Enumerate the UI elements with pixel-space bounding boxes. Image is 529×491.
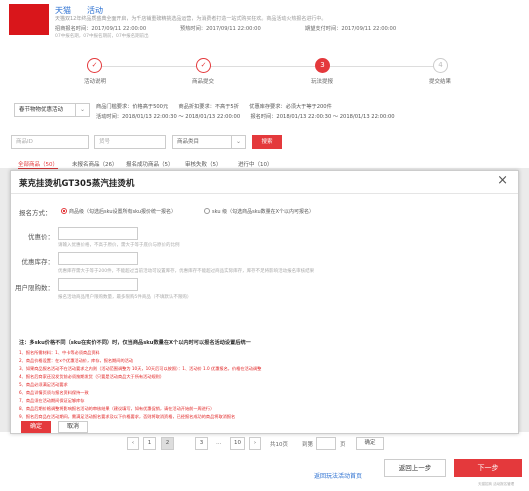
- note-line: 6、商品详情页须与报名资料保持一致: [19, 390, 89, 395]
- radio-product-level[interactable]: [61, 208, 67, 214]
- step-1-label: 活动说明: [83, 79, 106, 85]
- sku-code-input[interactable]: 货号: [94, 135, 166, 149]
- step-2-label: 商品提交: [191, 79, 214, 85]
- tab-failed[interactable]: 审核失败（5）: [185, 160, 222, 168]
- purchase-limit-hint: 报名活动商品用户限购数量，最多限购5件商品（不填默认不限购）: [58, 295, 192, 300]
- category-select[interactable]: 商品类目: [172, 135, 232, 149]
- step-2-circle: ✓: [196, 58, 211, 73]
- step-3-label: 玩法提报: [310, 79, 333, 85]
- notes-title: 注：多sku价格不同（sku在实价不同）时，仅当商品sku数量在X个以内时可以报…: [19, 340, 251, 346]
- promo-price-label: 优惠价：: [28, 233, 54, 241]
- note-line: 8、商品后期价格调整将影响报名活动的审核结果（建议填写，如有优惠促销，请在活动开…: [19, 406, 215, 411]
- purchase-limit-input[interactable]: [58, 278, 138, 291]
- mode-label: 报名方式：: [19, 209, 52, 217]
- tab-unregistered[interactable]: 未报名商品（26）: [72, 160, 118, 168]
- note-line: 4、报名后商家还没发货前必须按期发货（只要是活动商品大于所有活动规则）: [19, 374, 165, 379]
- preheat-time: 预热时间：2017/09/11 22:00:00: [180, 26, 261, 32]
- note-line: 9、报名后商品在活动期间，需满足活动报名要求及以下价格要求，否则将取消资格，已经…: [19, 414, 236, 419]
- back-to-activities-link[interactable]: 返回玩法活动首页: [314, 471, 362, 480]
- page-ellipsis: …: [216, 440, 222, 446]
- chevron-down-icon[interactable]: ⌄: [76, 103, 90, 117]
- modal-title: 莱克挂烫机GT305蒸汽挂烫机: [19, 179, 135, 189]
- note-line: 1、报名所需材料：1、中卡等必须商品资料: [19, 350, 100, 355]
- activity-rules: 商品门槛要求：价格高于500元 商品折扣要求：不高于5折 优惠库存要求：必须大于…: [96, 104, 332, 110]
- option-product-level[interactable]: 商品级（勾选后sku设置所有sku报价统一报名）: [69, 208, 176, 215]
- signup-time: 招商报名时间：2017/09/11 22:00:00: [55, 26, 147, 32]
- next-step-button[interactable]: 下一步: [454, 459, 522, 477]
- prev-page-button[interactable]: ‹: [127, 437, 139, 450]
- goto-confirm-button[interactable]: 确定: [356, 437, 384, 450]
- divider: [11, 193, 518, 194]
- page-3[interactable]: 3: [195, 437, 208, 450]
- step-4-label: 提交结果: [428, 79, 451, 85]
- activity-select[interactable]: 春节物物优惠活动: [14, 103, 76, 117]
- signup-modal: 莱克挂烫机GT305蒸汽挂烫机 × 报名方式： 商品级（勾选后sku设置所有sk…: [10, 170, 519, 434]
- note-line: 5、商品必须满足活动要求: [19, 382, 68, 387]
- page-1[interactable]: 1: [143, 437, 156, 450]
- goto-label: 到第: [302, 442, 314, 448]
- note-line: 7、商品须在活动期间保证足够库存: [19, 398, 85, 403]
- tab-registered[interactable]: 报名成功商品（5）: [126, 160, 174, 168]
- promo-price-input[interactable]: [58, 227, 138, 240]
- step-3-circle: 3: [315, 58, 330, 73]
- close-icon[interactable]: ×: [497, 173, 508, 188]
- option-sku-level[interactable]: sku 级（勾选商品sku数量在X个以内可报名）: [212, 208, 314, 215]
- radio-sku-level[interactable]: [204, 208, 210, 214]
- settlement-time: 期望支付时间：2017/09/11 22:00:00: [305, 26, 397, 32]
- note-line: 2、商品价格设置：在x个优惠活动价，库存，报名期间的活动: [19, 358, 134, 363]
- tab-all[interactable]: 全部商品（50）: [18, 160, 58, 168]
- activity-description: 天猫双12年终品质盛典全面开启，为千店铺重磅精挑选品运营，为消费者打造一站式购买…: [55, 16, 327, 22]
- note-line: 3、如果商品报名活动不在活动要求之内则（活动范围调整为 10天，10天后可以按照…: [19, 366, 262, 371]
- promo-stock-hint: 优惠库存需大于等于200件，不能超过当前活动可设置库存，优惠库存不能超过商品实际…: [58, 269, 315, 274]
- header-note: 07中报名期，07中报名期前，07中报名期前出: [55, 34, 149, 39]
- tab-in-progress[interactable]: 进行中（10）: [238, 160, 273, 168]
- search-button[interactable]: 搜索: [252, 135, 282, 149]
- step-1-circle: ✓: [87, 58, 102, 73]
- activity-times: 活动时间：2018/01/13 22:00:30 ～ 2018/01/13 22…: [96, 114, 395, 120]
- page-2[interactable]: 2: [161, 437, 174, 450]
- step-4-circle: 4: [433, 58, 448, 73]
- activity-thumbnail: [9, 4, 49, 35]
- page-10[interactable]: 10: [230, 437, 245, 450]
- cancel-button[interactable]: 取消: [58, 421, 88, 433]
- step-track: [95, 66, 440, 67]
- product-id-input[interactable]: 商品ID: [11, 135, 89, 149]
- promo-stock-input[interactable]: [58, 252, 138, 265]
- confirm-button[interactable]: 确定: [21, 421, 51, 433]
- next-page-button[interactable]: ›: [249, 437, 261, 450]
- page-unit: 页: [340, 442, 346, 448]
- page-number-input[interactable]: [316, 437, 336, 450]
- footer-small-text: 天猫招商 活动报名管理: [478, 482, 515, 486]
- total-pages: 共10页: [270, 442, 288, 448]
- promo-price-hint: 请输入优惠价格，不高于原价，需大于等于底价与原价的比例: [58, 243, 180, 248]
- chevron-down-icon[interactable]: ⌄: [232, 135, 246, 149]
- promo-stock-label: 优惠库存：: [21, 258, 55, 266]
- prev-step-button[interactable]: 返回上一步: [384, 459, 446, 477]
- purchase-limit-label: 用户限购数：: [15, 284, 54, 292]
